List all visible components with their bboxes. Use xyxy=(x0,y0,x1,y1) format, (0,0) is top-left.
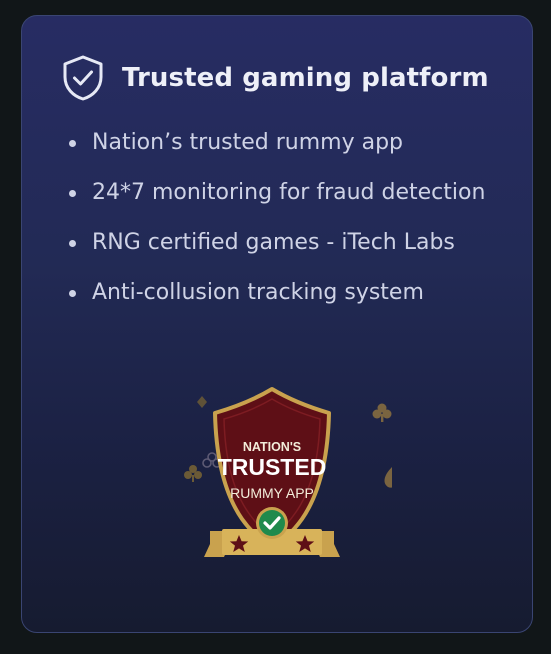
diamond-suit-icon xyxy=(197,396,207,408)
club-suit-icon xyxy=(184,465,202,482)
feature-item: 24*7 monitoring for fraud detection xyxy=(68,174,485,224)
bullet-dot xyxy=(69,240,76,247)
feature-item: RNG certified games - iTech Labs xyxy=(68,224,485,274)
feature-item: Anti-collusion tracking system xyxy=(68,274,485,324)
check-circle-icon xyxy=(256,507,288,539)
trusted-badge-graphic: NATION'S TRUSTED RUMMY APP xyxy=(184,387,392,557)
feature-text: Anti-collusion tracking system xyxy=(92,280,424,305)
badge-line-2: TRUSTED xyxy=(218,454,327,480)
badge-line-3: RUMMY APP xyxy=(230,485,314,501)
shield-check-icon xyxy=(63,55,103,101)
card-header: Trusted gaming platform xyxy=(60,54,489,102)
trusted-platform-card: Trusted gaming platform Nation’s trusted… xyxy=(21,15,533,633)
spade-suit-icon xyxy=(384,467,392,488)
badge-line-1: NATION'S xyxy=(243,440,301,454)
feature-item: Nation’s trusted rummy app xyxy=(68,124,485,174)
bullet-dot xyxy=(69,290,76,297)
bullet-dot xyxy=(69,140,76,147)
card-title: Trusted gaming platform xyxy=(122,63,489,93)
feature-text: RNG certified games - iTech Labs xyxy=(92,230,455,255)
feature-list: Nation’s trusted rummy app 24*7 monitori… xyxy=(68,124,485,324)
club-suit-icon xyxy=(372,403,392,422)
feature-text: 24*7 monitoring for fraud detection xyxy=(92,180,486,205)
bullet-dot xyxy=(69,190,76,197)
feature-text: Nation’s trusted rummy app xyxy=(92,130,403,155)
trusted-badge: NATION'S TRUSTED RUMMY APP xyxy=(152,371,392,571)
